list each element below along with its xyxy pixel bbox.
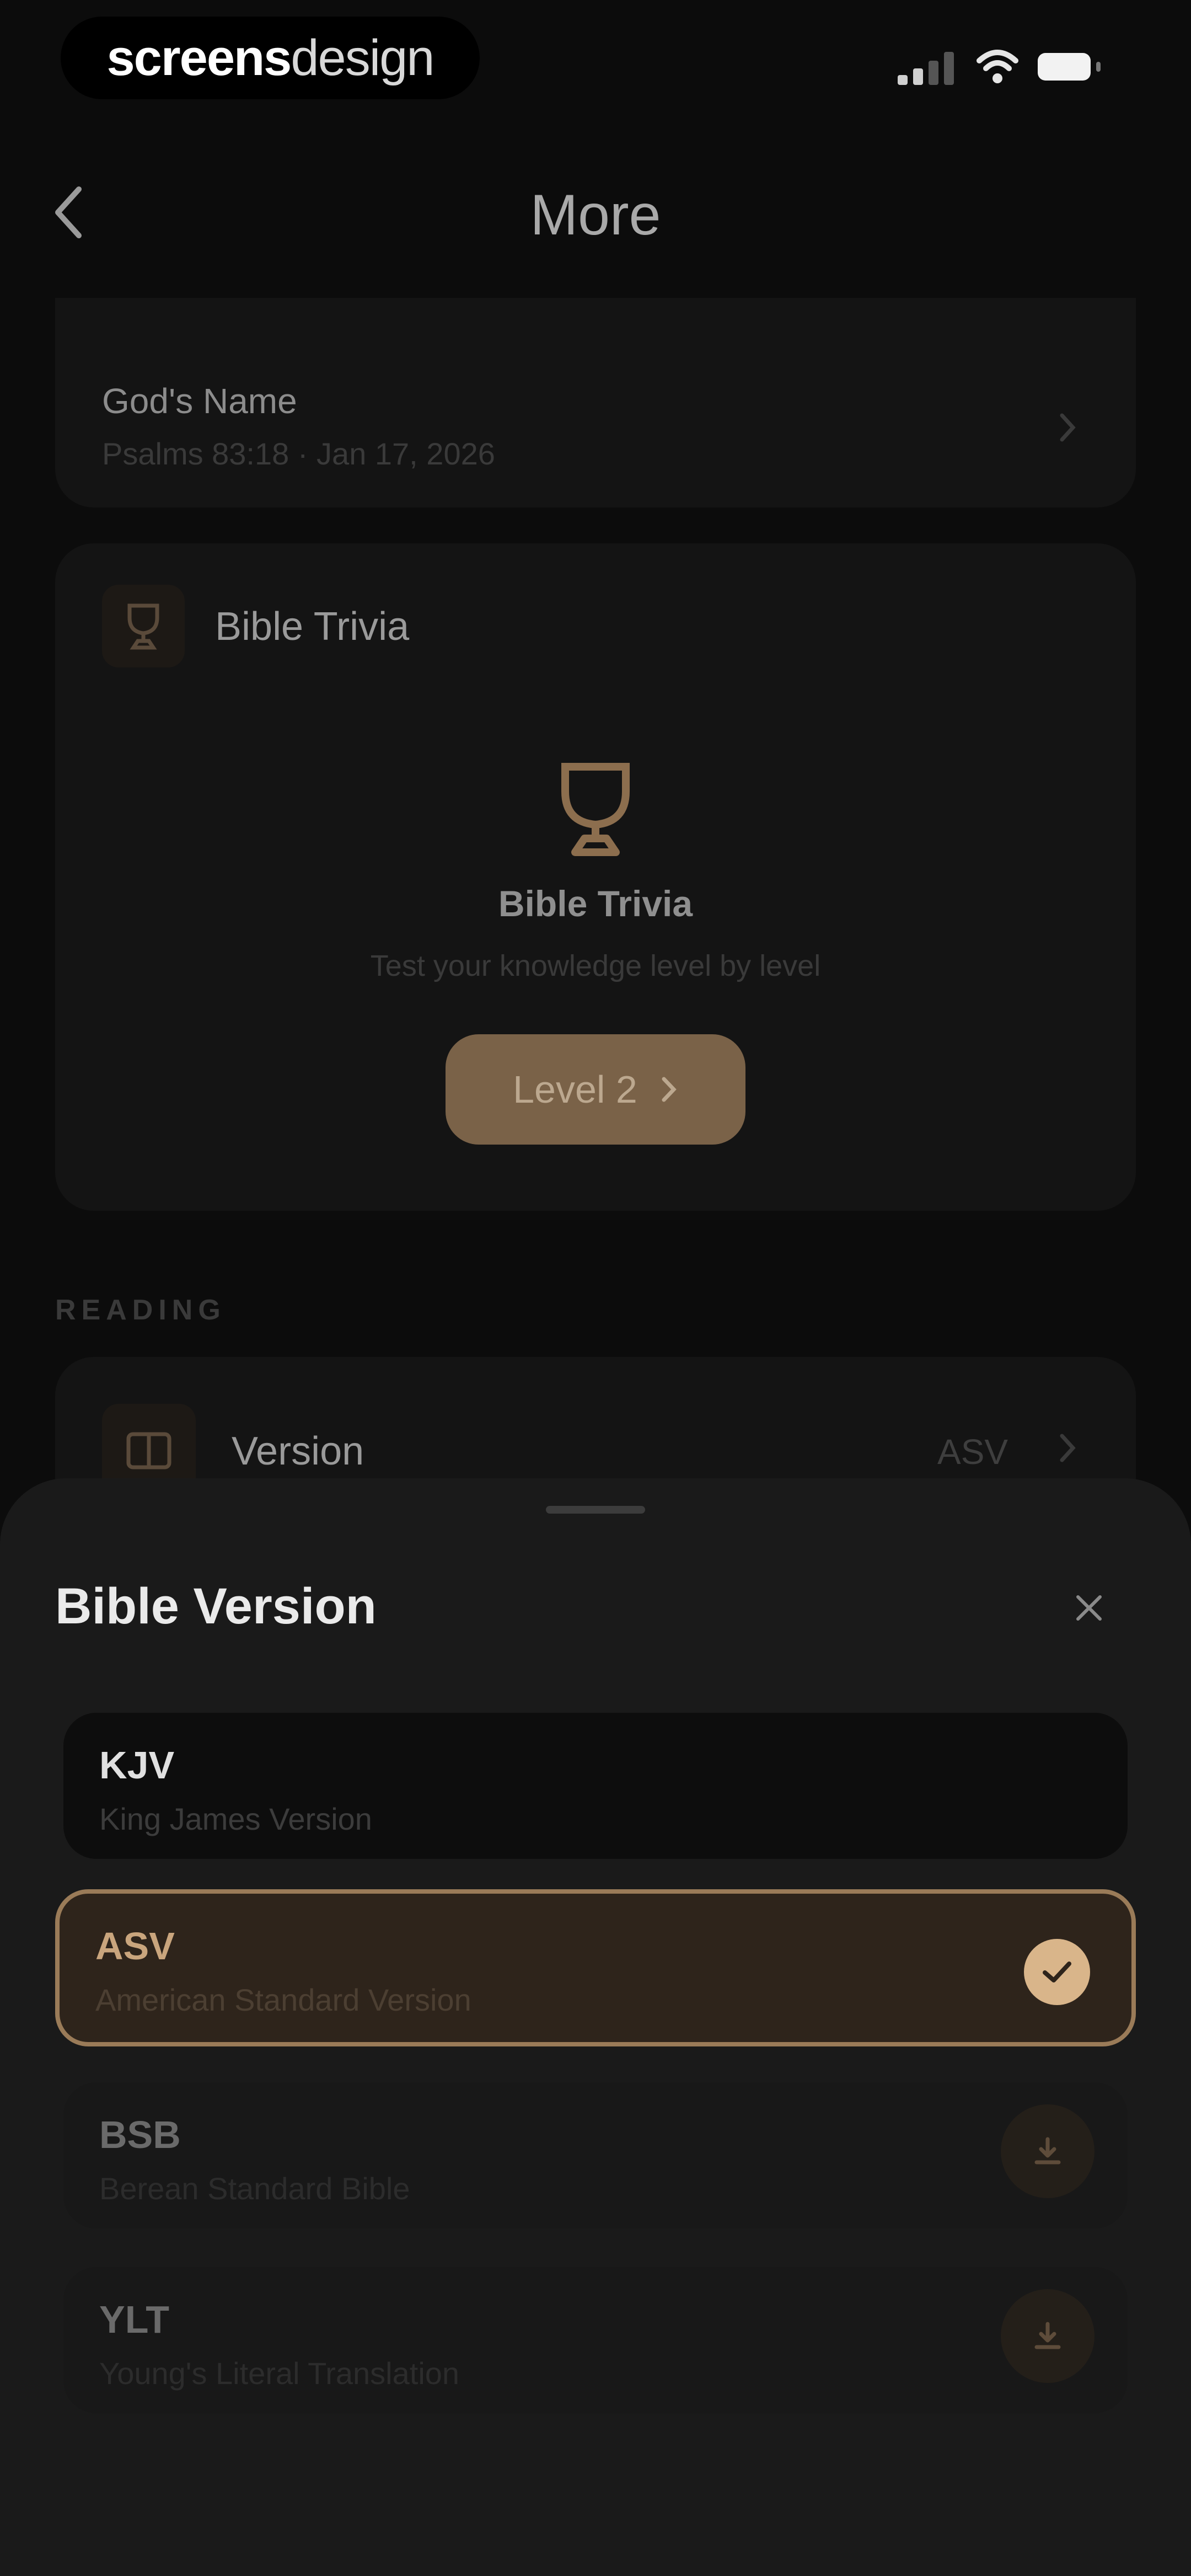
version-name: American Standard Version — [95, 1982, 471, 2017]
brand-text-bold: screens — [106, 29, 292, 86]
version-name: Berean Standard Bible — [99, 2171, 410, 2206]
version-code: YLT — [99, 2298, 170, 2341]
trivia-subtitle: Test your knowledge level by level — [370, 949, 821, 982]
close-icon — [1076, 1595, 1102, 1621]
cellular-signal-icon — [898, 50, 958, 85]
chevron-right-icon — [662, 1077, 677, 1102]
trophy-icon — [561, 763, 630, 856]
version-option-ylt[interactable]: YLT Young's Literal Translation — [63, 2267, 1128, 2413]
page-title: More — [530, 183, 661, 247]
level-button-label: Level 2 — [513, 1068, 637, 1111]
wifi-icon — [977, 50, 1018, 83]
version-option-asv[interactable]: ASV American Standard Version — [55, 1889, 1136, 2046]
chevron-right-icon — [1060, 413, 1076, 442]
reading-section-label: READING — [55, 1294, 226, 1326]
trivia-icon-box — [102, 585, 185, 667]
version-row-value: ASV — [937, 1432, 1008, 1472]
version-code: KJV — [99, 1744, 175, 1787]
battery-icon — [1038, 53, 1101, 81]
version-option-bsb[interactable]: BSB Berean Standard Bible — [63, 2082, 1128, 2228]
download-button[interactable] — [1001, 2289, 1095, 2383]
version-code: ASV — [95, 1925, 175, 1968]
close-button[interactable] — [1064, 1583, 1114, 1633]
check-icon — [1043, 1962, 1071, 1982]
version-option-kjv[interactable]: KJV King James Version — [63, 1713, 1128, 1859]
version-code: BSB — [99, 2113, 181, 2156]
trivia-header-label: Bible Trivia — [215, 605, 410, 649]
version-name: Young's Literal Translation — [99, 2356, 460, 2391]
level-button[interactable]: Level 2 — [446, 1034, 745, 1145]
trophy-icon — [127, 603, 159, 650]
download-icon — [1034, 2322, 1061, 2349]
gods-name-subtitle: Psalms 83:18 · Jan 17, 2026 — [102, 436, 495, 471]
brand-text-light: design — [291, 29, 434, 86]
chevron-right-icon — [1060, 1434, 1076, 1462]
gods-name-title: God's Name — [102, 381, 297, 421]
version-row-label: Version — [232, 1429, 364, 1473]
sheet-grabber[interactable] — [546, 1506, 645, 1514]
download-button[interactable] — [1001, 2104, 1095, 2198]
brand-watermark: screens design — [61, 17, 480, 99]
version-name: King James Version — [99, 1802, 372, 1836]
download-icon — [1034, 2137, 1061, 2165]
trivia-title: Bible Trivia — [498, 883, 693, 924]
book-icon — [126, 1432, 171, 1469]
selected-check-badge — [1024, 1939, 1090, 2005]
sheet-title: Bible Version — [55, 1578, 377, 1634]
